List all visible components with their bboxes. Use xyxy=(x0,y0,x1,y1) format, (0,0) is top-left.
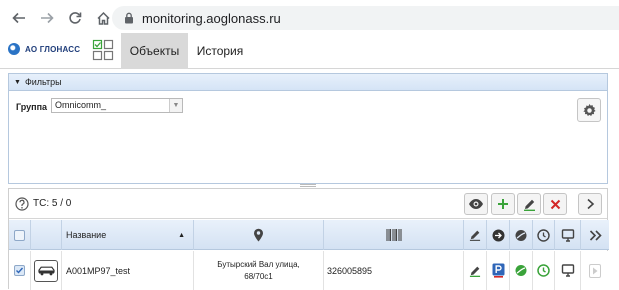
car-icon[interactable] xyxy=(34,259,58,282)
map-pin-icon xyxy=(254,228,263,242)
home-icon[interactable] xyxy=(92,7,114,29)
pencil-icon xyxy=(523,199,535,211)
row-time-cell xyxy=(533,251,555,290)
device-column-header[interactable] xyxy=(555,220,581,250)
location-column-header[interactable] xyxy=(194,220,324,250)
select-all-cell xyxy=(9,220,31,250)
address-line2: 68/70с1 xyxy=(244,271,273,281)
device-id-cell: 326005895 xyxy=(324,251,464,290)
double-chevron-right-icon xyxy=(589,229,602,241)
url-text: monitoring.aoglonass.ru xyxy=(142,10,281,26)
collapse-triangle-icon[interactable]: ▼ xyxy=(14,79,21,86)
clock-icon xyxy=(537,228,550,242)
monitor-icon xyxy=(561,228,574,242)
app-header: АО ГЛОНАСС Объекты История xyxy=(0,32,619,69)
row-edit-cell xyxy=(464,251,487,290)
filters-title: Фильтры xyxy=(24,77,62,87)
browser-toolbar: monitoring.aoglonass.ru xyxy=(0,0,619,36)
pencil-icon xyxy=(469,230,481,241)
motion-icon[interactable] xyxy=(514,264,528,277)
checkmark-icon xyxy=(16,267,24,274)
close-icon xyxy=(550,199,560,209)
objects-panel: ТС: 5 / 0 Название ▲ A001MP97_test Бутыр… xyxy=(8,188,609,290)
sort-asc-icon[interactable]: ▲ xyxy=(178,232,185,239)
lock-icon xyxy=(125,12,133,24)
add-button[interactable] xyxy=(491,193,515,215)
parking-icon[interactable] xyxy=(492,263,505,278)
select-all-checkbox[interactable] xyxy=(14,229,25,241)
more-columns-header[interactable] xyxy=(581,220,609,250)
icon-column-header xyxy=(31,220,62,250)
monitor-icon[interactable] xyxy=(561,264,575,277)
tab-history[interactable]: История xyxy=(190,33,250,69)
panel-splitter[interactable] xyxy=(300,184,316,187)
company-logo[interactable]: АО ГЛОНАСС xyxy=(8,43,80,55)
logo-text: АО ГЛОНАСС xyxy=(25,44,81,54)
vehicle-name-cell: A001MP97_test xyxy=(62,251,194,290)
back-arrow-icon[interactable] xyxy=(8,7,30,29)
row-select-cell xyxy=(9,251,31,290)
play-icon[interactable] xyxy=(589,263,601,278)
clock-icon[interactable] xyxy=(537,264,550,277)
group-select-value: Omnicomm_ xyxy=(55,100,107,110)
gear-icon xyxy=(582,103,596,116)
address-line1: Бутырский Вал улица, xyxy=(217,259,300,269)
vehicle-name: A001MP97_test xyxy=(66,265,131,276)
motion-column-header[interactable] xyxy=(510,220,533,250)
eye-icon xyxy=(469,199,483,209)
edit-column-header[interactable] xyxy=(464,220,487,250)
vehicle-icon-cell xyxy=(31,251,62,290)
apps-grid-icon[interactable] xyxy=(92,39,114,61)
view-button[interactable] xyxy=(464,193,488,215)
status-column-header[interactable] xyxy=(487,220,510,250)
settings-button[interactable] xyxy=(577,98,601,122)
address-cell: Бутырский Вал улица, 68/70с1 xyxy=(194,251,324,290)
help-icon[interactable] xyxy=(15,196,29,211)
tab-objects[interactable]: Объекты xyxy=(121,33,188,69)
group-label: Группа xyxy=(16,102,48,112)
pencil-icon[interactable] xyxy=(469,265,481,277)
table-row[interactable]: A001MP97_test Бутырский Вал улица, 68/70… xyxy=(9,251,609,290)
address-bar[interactable]: monitoring.aoglonass.ru xyxy=(112,6,619,30)
plus-icon xyxy=(498,199,508,209)
group-select[interactable]: Omnicomm_ ▼ xyxy=(51,98,183,113)
name-column-header[interactable]: Название ▲ xyxy=(62,220,194,250)
motion-icon xyxy=(515,229,527,241)
row-play-cell xyxy=(581,251,609,290)
barcode-icon xyxy=(385,229,402,241)
row-checkbox[interactable] xyxy=(14,265,25,276)
forward-arrow-icon[interactable] xyxy=(36,7,58,29)
next-button[interactable] xyxy=(578,193,602,215)
row-parking-cell xyxy=(487,251,510,290)
edit-button[interactable] xyxy=(517,193,541,215)
arrow-circle-icon xyxy=(492,229,504,241)
filters-header[interactable]: ▼ Фильтры xyxy=(9,74,607,91)
row-device-cell xyxy=(555,251,581,290)
table-header: Название ▲ xyxy=(9,220,609,250)
device-id: 326005895 xyxy=(327,265,373,276)
filters-panel: ▼ Фильтры Группа Omnicomm_ ▼ xyxy=(8,73,608,184)
name-column-label: Название xyxy=(66,230,107,240)
delete-button[interactable] xyxy=(543,193,567,215)
objects-toolbar: ТС: 5 / 0 xyxy=(9,189,607,219)
id-column-header[interactable] xyxy=(324,220,464,250)
time-column-header[interactable] xyxy=(533,220,555,250)
row-motion-cell xyxy=(510,251,533,290)
reload-icon[interactable] xyxy=(64,7,86,29)
vehicle-count: ТС: 5 / 0 xyxy=(33,198,72,209)
logo-mark-icon xyxy=(8,43,20,55)
chevron-down-icon[interactable]: ▼ xyxy=(169,99,182,112)
chevron-right-icon xyxy=(586,198,594,210)
